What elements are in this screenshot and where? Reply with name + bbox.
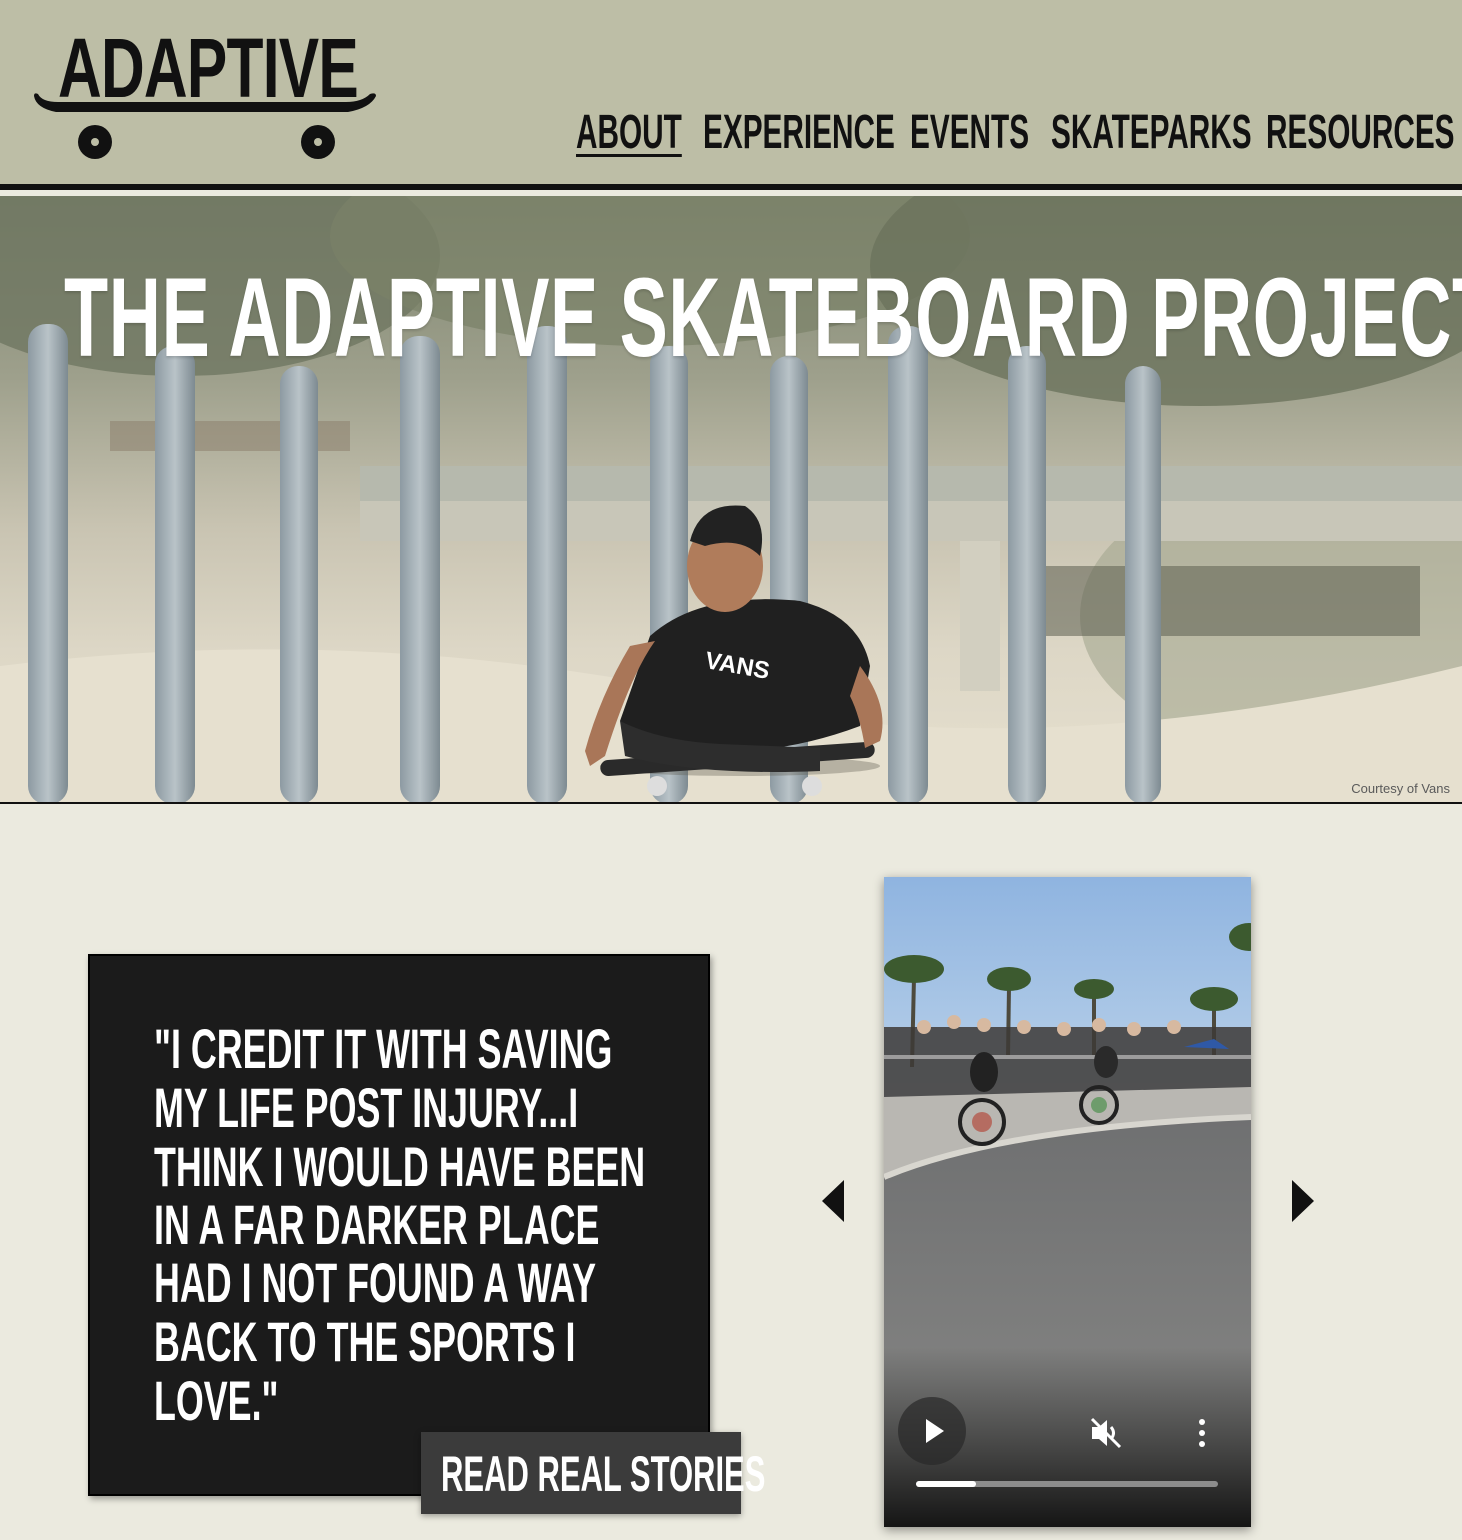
nav-skateparks[interactable]: SKATEPARKS [1051, 108, 1252, 158]
quote-line: "I CREDIT IT WITH SAVING [154, 1017, 613, 1080]
play-icon[interactable] [896, 1395, 968, 1467]
skateboard-icon [34, 93, 376, 159]
quote-card: "I CREDIT IT WITH SAVING MY LIFE POST IN… [88, 954, 710, 1496]
quote-line: MY LIFE POST INJURY...I [154, 1076, 579, 1139]
site-header: ADAPTIVE ABOUT EXPERIENCE EVENTS SKATEPA… [0, 0, 1462, 190]
arrow-right-icon[interactable] [1290, 1180, 1314, 1222]
quote-line: IN A FAR DARKER PLACE [154, 1193, 600, 1256]
nav-about[interactable]: ABOUT [576, 108, 682, 158]
hero-title: THE ADAPTIVE SKATEBOARD PROJECT [64, 255, 1462, 380]
nav-resources[interactable]: RESOURCES [1266, 108, 1455, 158]
quote-line: BACK TO THE SPORTS I [154, 1310, 576, 1373]
quote-line: LOVE." [154, 1369, 279, 1432]
read-real-stories-label: READ REAL STORIES [441, 1446, 766, 1502]
main-nav: ABOUT EXPERIENCE EVENTS SKATEPARKS RESOU… [574, 108, 1455, 158]
video-progress-bar[interactable] [916, 1481, 1218, 1487]
video-progress-fill [916, 1481, 977, 1487]
nav-events[interactable]: EVENTS [910, 108, 1029, 158]
muted-speaker-icon[interactable] [1088, 1415, 1124, 1451]
photo-credit: Courtesy of Vans [1351, 781, 1450, 796]
hero-banner: VANS THE ADAPTIVE SKATEBOARD PROJECT Cou… [0, 196, 1462, 804]
quote-line: THINK I WOULD HAVE BEEN [154, 1135, 646, 1198]
skater-figure: VANS [585, 505, 883, 796]
site-logo[interactable]: ADAPTIVE [30, 26, 380, 162]
video-player[interactable] [884, 877, 1251, 1527]
quote-line: HAD I NOT FOUND A WAY [154, 1251, 597, 1314]
read-real-stories-button[interactable]: READ REAL STORIES [421, 1432, 765, 1514]
nav-experience[interactable]: EXPERIENCE [703, 108, 895, 158]
more-vertical-icon[interactable] [1192, 1417, 1212, 1449]
arrow-left-icon[interactable] [822, 1180, 846, 1222]
